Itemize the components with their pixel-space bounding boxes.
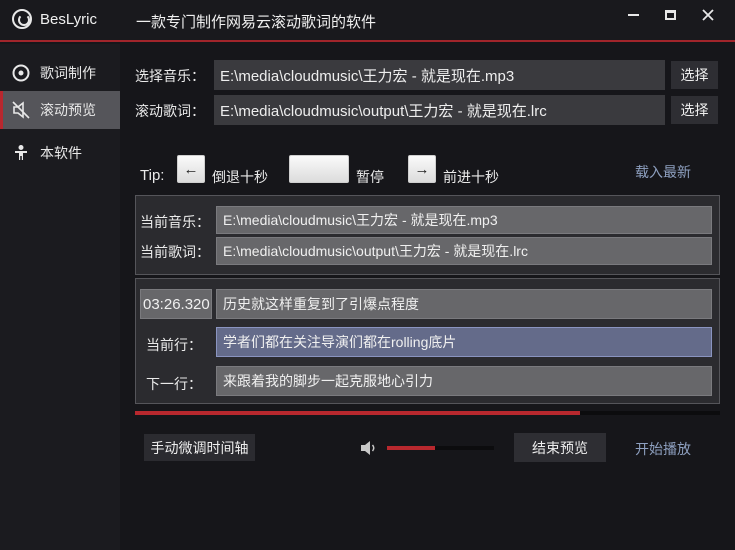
adjust-timeline-button[interactable]: 手动微调时间轴	[144, 434, 255, 461]
previous-lyric-line: 历史就这样重复到了引爆点程度	[216, 289, 712, 319]
sidebar-item-scroll-preview[interactable]: 滚动预览	[0, 91, 120, 129]
music-path-input[interactable]: E:\media\cloudmusic\王力宏 - 就是现在.mp3	[214, 60, 665, 90]
playback-progress-fill	[135, 411, 580, 415]
title-bar[interactable]: BesLyric 一款专门制作网易云滚动歌词的软件	[0, 0, 735, 42]
current-lyric-line: 学者们都在关注导演们都在rolling底片	[216, 327, 712, 357]
current-files-panel: 当前音乐： E:\media\cloudmusic\王力宏 - 就是现在.mp3…	[135, 195, 720, 275]
person-icon	[12, 144, 30, 162]
current-lyric-label: 当前歌词：	[140, 244, 210, 260]
end-preview-button[interactable]: 结束预览	[514, 433, 606, 462]
minimize-icon	[627, 14, 639, 17]
app-name: BesLyric	[40, 11, 97, 28]
load-latest-link[interactable]: 载入最新	[635, 162, 691, 182]
next-line-label: 下一行：	[146, 376, 202, 392]
volume-fill	[387, 446, 436, 450]
sidebar: 歌词制作 滚动预览 本软件	[0, 44, 120, 550]
minimize-button[interactable]	[618, 4, 648, 24]
space-key-icon	[289, 155, 349, 183]
current-lyric-field: E:\media\cloudmusic\output\王力宏 - 就是现在.lr…	[216, 237, 712, 265]
volume-slider[interactable]	[387, 446, 494, 450]
music-select-label: 选择音乐：	[135, 68, 205, 84]
sidebar-item-about[interactable]: 本软件	[0, 134, 120, 172]
next-lyric-line: 来跟着我的脚步一起克服地心引力	[216, 366, 712, 396]
maximize-icon	[664, 10, 676, 21]
start-play-link[interactable]: 开始播放	[635, 439, 691, 459]
close-icon	[702, 9, 714, 21]
mute-speaker-icon	[12, 101, 30, 119]
rewind-tip-label: 倒退十秒	[212, 169, 268, 185]
sidebar-item-label: 本软件	[40, 145, 82, 161]
right-arrow-key-icon: →	[408, 155, 436, 183]
lyric-path-input[interactable]: E:\media\cloudmusic\output\王力宏 - 就是现在.lr…	[214, 95, 665, 125]
lyric-select-label: 滚动歌词：	[135, 103, 205, 119]
volume-icon[interactable]	[360, 440, 378, 459]
app-logo-icon	[12, 9, 32, 29]
close-button[interactable]	[693, 4, 723, 24]
pause-tip-label: 暂停	[356, 169, 384, 185]
current-music-field: E:\media\cloudmusic\王力宏 - 就是现在.mp3	[216, 206, 712, 234]
sidebar-item-lyric-making[interactable]: 歌词制作	[0, 54, 120, 92]
choose-lyric-button[interactable]: 选择	[671, 96, 718, 124]
left-arrow-key-icon: ←	[177, 155, 205, 183]
forward-tip-label: 前进十秒	[443, 169, 499, 185]
record-icon	[12, 64, 30, 82]
playback-progress-bar[interactable]	[135, 411, 720, 415]
lyrics-panel: 03:26.320 历史就这样重复到了引爆点程度 当前行： 学者们都在关注导演们…	[135, 278, 720, 404]
current-timestamp: 03:26.320	[140, 289, 212, 319]
maximize-button[interactable]	[655, 4, 685, 24]
current-music-label: 当前音乐：	[140, 214, 210, 230]
app-subtitle: 一款专门制作网易云滚动歌词的软件	[136, 14, 377, 31]
choose-music-button[interactable]: 选择	[671, 61, 718, 89]
tip-label: Tip:	[140, 167, 165, 184]
sidebar-item-label: 歌词制作	[40, 65, 96, 81]
current-line-label: 当前行：	[146, 337, 202, 353]
sidebar-item-label: 滚动预览	[40, 102, 96, 118]
